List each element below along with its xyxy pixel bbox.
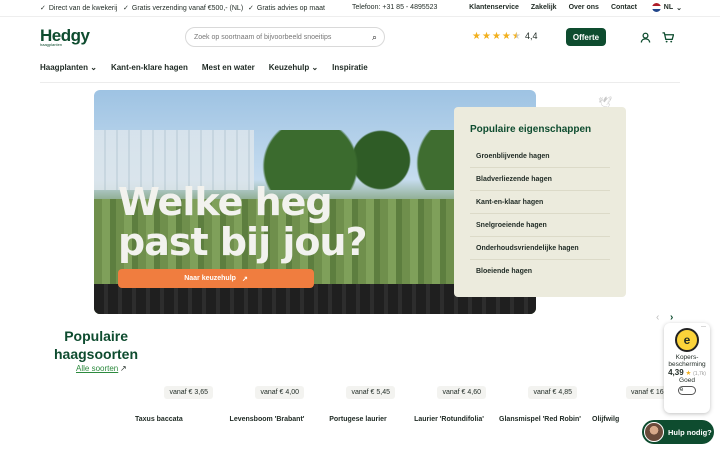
link-contact[interactable]: Contact bbox=[611, 4, 637, 11]
user-icon[interactable] bbox=[640, 30, 651, 48]
divider bbox=[40, 82, 680, 83]
language-selector[interactable]: NL ⌄ bbox=[651, 3, 682, 12]
nav-item-haagplanten[interactable]: Haagplanten ⌄ bbox=[40, 63, 97, 72]
star-icon: ★ bbox=[501, 31, 511, 42]
property-link[interactable]: Bloeiende hagen bbox=[470, 260, 610, 283]
trustmark-toggle[interactable]: e bbox=[678, 386, 696, 395]
property-link[interactable]: Onderhoudsvriendelijke hagen bbox=[470, 237, 610, 260]
price-tag: vanaf € 3,65 bbox=[164, 386, 213, 399]
chevron-right-icon[interactable]: › bbox=[670, 312, 673, 323]
close-icon[interactable]: — bbox=[701, 324, 706, 330]
link-zakelijk[interactable]: Zakelijk bbox=[531, 4, 557, 11]
half-star-icon: ★ bbox=[511, 31, 521, 42]
top-links: Klantenservice Zakelijk Over ons Contact bbox=[469, 4, 637, 11]
usp-item: ✓ Gratis verzending vanaf €500,- (NL) bbox=[123, 4, 244, 13]
trustmark-score: 4,39 bbox=[668, 368, 684, 377]
nav-item-mest-en-water[interactable]: Mest en water bbox=[202, 63, 255, 72]
star-icon: ★ bbox=[491, 31, 501, 42]
hero-title: Welke heg past bij jou? bbox=[118, 180, 368, 264]
usp-item: ✓ Direct van de kwekerij bbox=[40, 4, 118, 13]
trustmark-logo-icon: e bbox=[675, 328, 699, 352]
star-icon: ★ bbox=[685, 370, 692, 377]
price-tag: vanaf € 4,85 bbox=[528, 386, 577, 399]
check-icon: ✓ bbox=[40, 5, 46, 12]
rating-stars: ★ ★ ★ ★ ★ bbox=[472, 31, 521, 42]
chevron-down-icon: ⌄ bbox=[676, 4, 682, 12]
flag-nl-icon bbox=[651, 3, 661, 12]
chevron-down-icon: ⌄ bbox=[90, 63, 97, 72]
keuzehulp-button[interactable]: Naar keuzehulp ↗ bbox=[118, 269, 314, 288]
check-icon: ✓ bbox=[248, 5, 254, 12]
offerte-button[interactable]: Offerte bbox=[566, 28, 606, 46]
search-icon[interactable]: ⌕ bbox=[372, 32, 377, 43]
nav-item-inspiratie[interactable]: Inspiratie bbox=[332, 63, 368, 72]
price-tag: vanaf € 5,45 bbox=[346, 386, 395, 399]
nav-item-keuzehulp[interactable]: Keuzehulp ⌄ bbox=[269, 63, 318, 72]
property-link[interactable]: Kant-en-klaar hagen bbox=[470, 191, 610, 214]
search-input[interactable]: Zoek op soortnaam of bijvoorbeeld snoeit… bbox=[185, 27, 385, 47]
star-icon: ★ bbox=[472, 31, 481, 42]
link-over-ons[interactable]: Over ons bbox=[569, 4, 599, 11]
rating-value: 4,4 bbox=[525, 31, 538, 41]
help-button[interactable]: Hulp nodig? bbox=[642, 420, 714, 444]
product-name: Levensboom 'Brabant' bbox=[229, 416, 305, 423]
usp-item: ✓ Gratis advies op maat bbox=[248, 4, 325, 13]
check-icon: ✓ bbox=[123, 5, 129, 12]
properties-panel: Populaire eigenschappen Groenblijvende h… bbox=[454, 107, 626, 297]
trustmark-count: (1,7k) bbox=[693, 371, 706, 377]
phone-link[interactable]: Telefoon: +31 85 - 4895523 bbox=[352, 4, 437, 11]
link-klantenservice[interactable]: Klantenservice bbox=[469, 4, 519, 11]
product-name: Portugese laurier bbox=[329, 416, 387, 423]
property-link[interactable]: Bladverliezende hagen bbox=[470, 168, 610, 191]
star-icon: ★ bbox=[481, 31, 491, 42]
avatar bbox=[644, 422, 664, 442]
property-link[interactable]: Groenblijvende hagen bbox=[470, 145, 610, 168]
popular-title: Populaire haagsoorten bbox=[54, 328, 139, 362]
property-link[interactable]: Snelgroeiende hagen bbox=[470, 214, 610, 237]
logo-subtitle: haagplanten bbox=[40, 42, 63, 47]
all-species-link[interactable]: Alle soorten bbox=[76, 364, 118, 373]
arrow-up-right-icon: ↗ bbox=[241, 275, 248, 283]
product-name: Laurier 'Rotundifolia' bbox=[414, 416, 484, 423]
properties-title: Populaire eigenschappen bbox=[470, 124, 592, 135]
trustmark-widget[interactable]: — e Kopers-bescherming 4,39 ★ (1,7k) Goe… bbox=[664, 323, 710, 413]
main-nav: Haagplanten ⌄ Kant-en-klare hagen Mest e… bbox=[40, 63, 368, 72]
arrow-up-right-icon: ↗ bbox=[120, 364, 127, 373]
price-tag: vanaf € 4,60 bbox=[437, 386, 486, 399]
chevron-left-icon[interactable]: ‹ bbox=[656, 312, 659, 323]
trustmark-label: Kopers-bescherming bbox=[668, 354, 706, 368]
price-tag: vanaf € 4,00 bbox=[255, 386, 304, 399]
top-bar: ✓ Direct van de kwekerij ✓ Gratis verzendi… bbox=[0, 0, 720, 17]
nav-item-kant-en-klare-hagen[interactable]: Kant-en-klare hagen bbox=[111, 63, 188, 72]
price-tag: vanaf € 16 bbox=[626, 386, 669, 399]
product-name: Glansmispel 'Red Robin' bbox=[499, 416, 581, 423]
product-name: Taxus baccata bbox=[135, 416, 183, 423]
chevron-down-icon: ⌄ bbox=[311, 63, 319, 72]
trustmark-verdict: Goed bbox=[679, 377, 695, 384]
cart-icon[interactable] bbox=[662, 30, 675, 48]
